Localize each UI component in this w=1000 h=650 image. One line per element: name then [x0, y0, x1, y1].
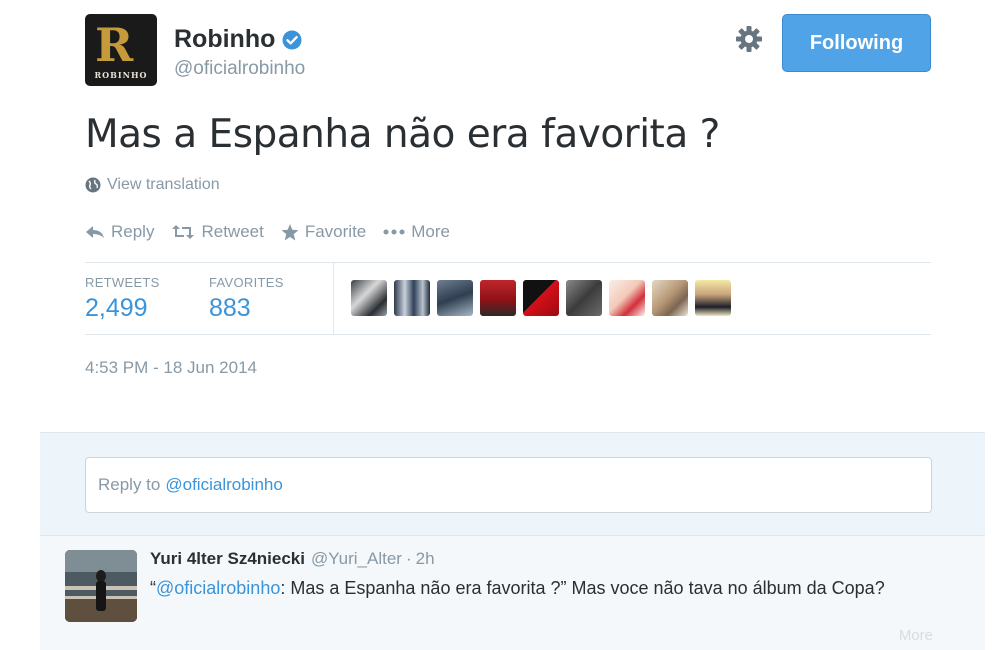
more-action[interactable]: More [383, 222, 450, 242]
favoriter-avatar[interactable] [695, 280, 731, 316]
reply-mention[interactable]: @oficialrobinho [156, 578, 280, 598]
retweet-action-label: Retweet [201, 222, 264, 241]
reply-text: “@oficialrobinho: Mas a Espanha não era … [150, 576, 910, 600]
avatar-logo-word: ROBINHO [94, 70, 148, 80]
reply-input-mention: @oficialrobinho [165, 475, 283, 494]
retweets-count: 2,499 [85, 294, 148, 322]
retweet-icon [172, 225, 195, 239]
reply-icon [86, 226, 104, 238]
favoriter-avatars [351, 280, 738, 316]
reply-avatar-photo [65, 550, 137, 622]
favorite-action-label: Favorite [304, 222, 367, 241]
favoriter-avatar[interactable] [351, 280, 387, 316]
more-action-label: More [411, 222, 450, 241]
view-translation-link[interactable]: View translation [85, 176, 220, 194]
dots-icon [383, 229, 405, 235]
globe-icon [85, 177, 101, 193]
tweet-text: Mas a Espanha não era favorita ? [85, 112, 720, 157]
favorites-stat[interactable]: FAVORITES 883 [209, 275, 284, 323]
favorites-label: FAVORITES [209, 275, 284, 290]
reply-section: Reply to @oficialrobinho [40, 432, 985, 536]
retweets-stat[interactable]: RETWEETS 2,499 [85, 275, 160, 323]
reply-tweet[interactable]: Yuri 4lter Sz4niecki @Yuri_Alter · 2h “@… [40, 536, 985, 650]
avatar-logo-letter: R [95, 18, 134, 72]
following-button[interactable]: Following [782, 14, 931, 72]
stats-divider [333, 263, 334, 334]
profile-handle[interactable]: @oficialrobinho [174, 58, 305, 80]
reply-avatar[interactable] [65, 550, 137, 622]
reply-time[interactable]: 2h [416, 549, 435, 569]
reply-body: : Mas a Espanha não era favorita ?” Mas … [280, 578, 885, 598]
reply-more-link[interactable]: More [899, 627, 933, 644]
reply-author-handle[interactable]: @Yuri_Alter [311, 549, 402, 569]
retweet-action[interactable]: Retweet [171, 222, 264, 242]
reply-input-prefix: Reply to [98, 475, 161, 494]
profile-avatar[interactable]: R ROBINHO [85, 14, 157, 86]
reply-author-name[interactable]: Yuri 4lter Sz4niecki [150, 549, 305, 569]
star-icon [281, 223, 299, 240]
retweets-label: RETWEETS [85, 275, 160, 290]
favoriter-avatar[interactable] [394, 280, 430, 316]
favoriter-avatar[interactable] [652, 280, 688, 316]
tweet-timestamp[interactable]: 4:53 PM - 18 Jun 2014 [85, 358, 257, 378]
tweet-stats: RETWEETS 2,499 FAVORITES 883 [85, 262, 931, 335]
verified-badge-icon [282, 30, 302, 49]
favoriter-avatar[interactable] [480, 280, 516, 316]
favoriter-avatar[interactable] [609, 280, 645, 316]
reply-input[interactable]: Reply to @oficialrobinho [85, 457, 932, 513]
favorite-action[interactable]: Favorite [281, 222, 366, 242]
reply-action[interactable]: Reply [85, 222, 154, 242]
reply-separator: · [405, 549, 412, 568]
view-translation-label: View translation [107, 176, 220, 193]
favoriter-avatar[interactable] [523, 280, 559, 316]
reply-author: Yuri 4lter Sz4niecki @Yuri_Alter · 2h [150, 549, 435, 569]
gear-icon[interactable] [734, 24, 764, 54]
profile-name[interactable]: Robinho [174, 25, 302, 54]
favorites-count: 883 [209, 294, 251, 322]
tweet-actions: Reply Retweet Favorite More [85, 222, 467, 242]
profile-name-text: Robinho [174, 25, 276, 53]
favoriter-avatar[interactable] [437, 280, 473, 316]
favoriter-avatar[interactable] [566, 280, 602, 316]
reply-action-label: Reply [111, 222, 155, 241]
